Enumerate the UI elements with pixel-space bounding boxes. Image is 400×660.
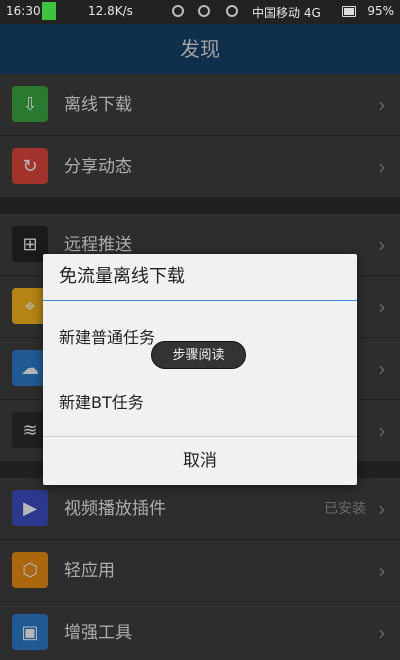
step-reading-badge[interactable]: 步骤阅读 <box>151 341 246 369</box>
new-bt-task-option[interactable]: 新建BT任务 <box>43 373 357 433</box>
status-battery: 95% <box>367 4 394 18</box>
alarm-icon <box>198 5 210 17</box>
dialog-title-divider <box>43 300 357 301</box>
notification-icon <box>42 2 56 20</box>
option-label: 新建普通任务 <box>59 328 156 347</box>
signal-icon <box>226 5 238 17</box>
screen: 16:30 12.8K/s 中国移动 4G 95% 发现 ⇩ 离线下载 › ↻ … <box>0 0 400 660</box>
option-label: 新建BT任务 <box>59 393 144 412</box>
cancel-button[interactable]: 取消 <box>43 437 357 485</box>
status-time: 16:30 <box>6 4 41 18</box>
status-bar: 16:30 12.8K/s 中国移动 4G 95% <box>0 0 400 24</box>
battery-icon <box>342 6 356 17</box>
status-speed: 12.8K/s <box>88 4 133 18</box>
sync-icon <box>172 5 184 17</box>
dialog-title: 免流量离线下载 <box>59 266 185 287</box>
status-carrier: 中国移动 4G <box>252 6 321 20</box>
